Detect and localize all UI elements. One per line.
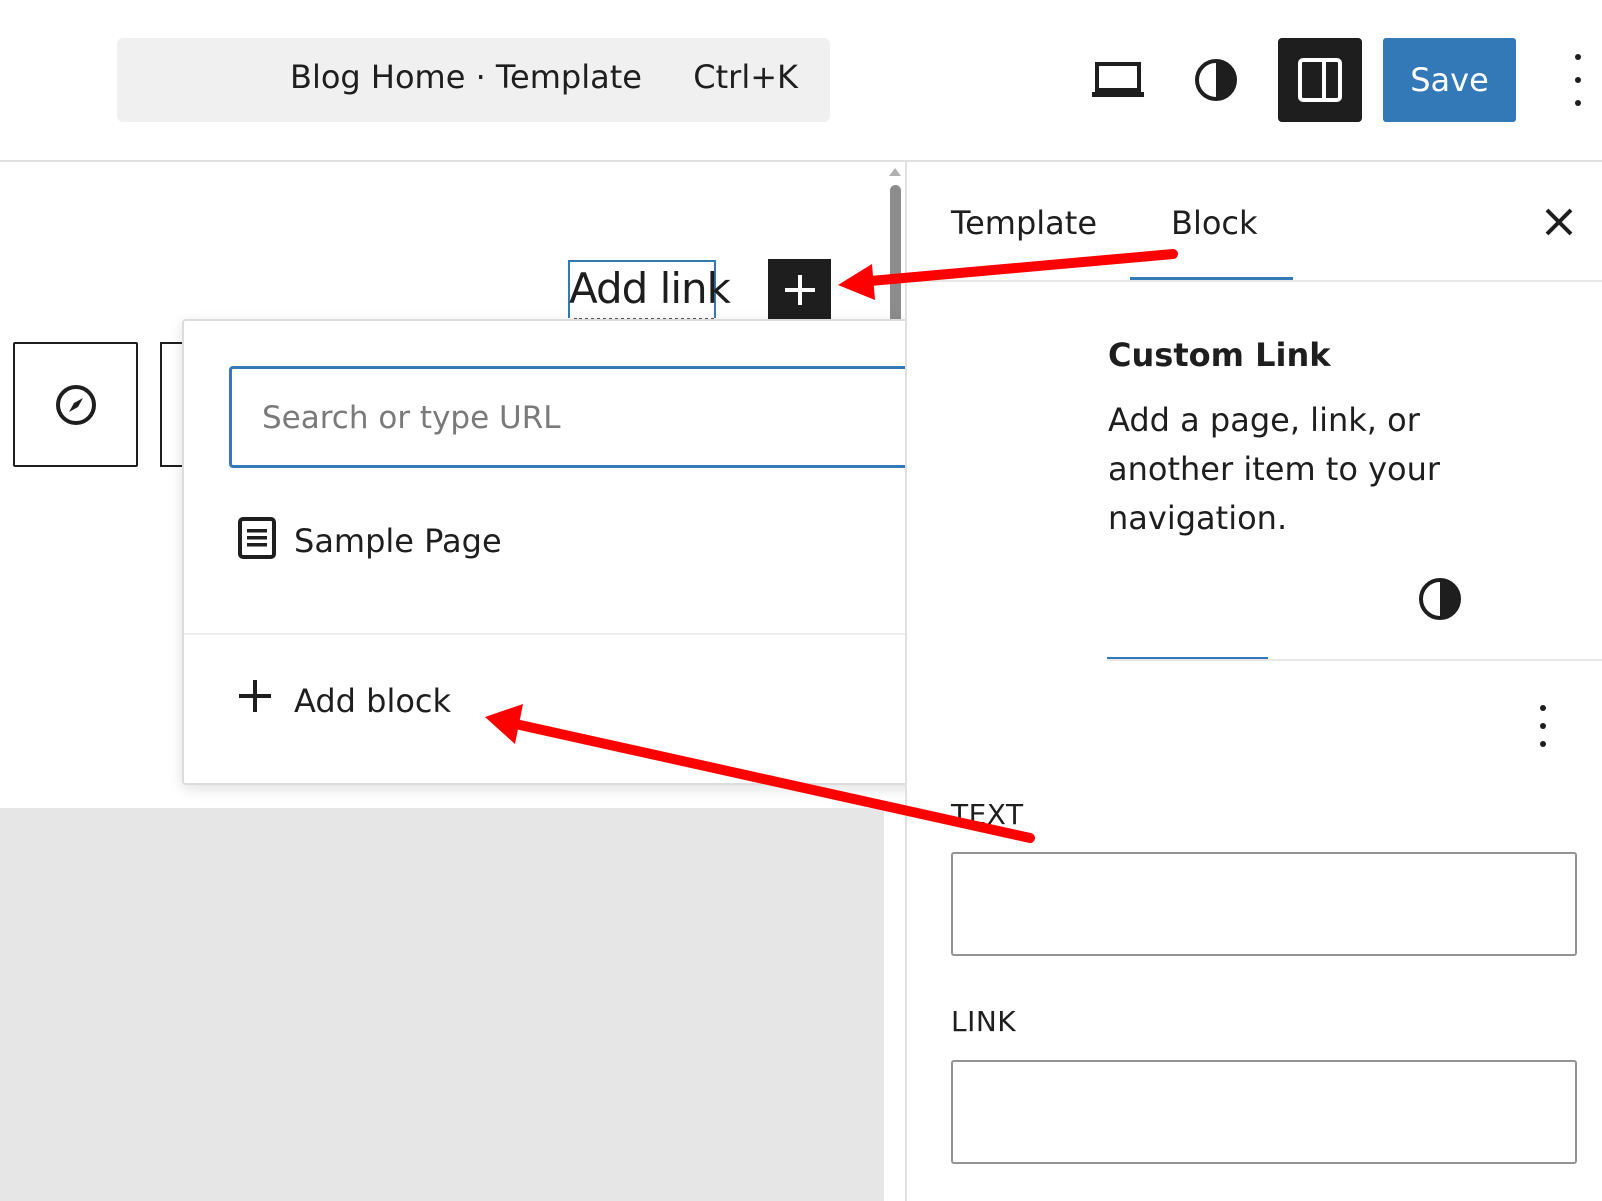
result-title: Sample Page: [294, 522, 502, 560]
command-palette-button[interactable]: Blog Home · Template Ctrl+K: [117, 38, 830, 122]
settings-sidebar: Template Block Custom Link Add a page, l…: [905, 162, 1602, 1201]
compass-icon: [55, 384, 96, 425]
editor-header: Blog Home · Template Ctrl+K Save: [0, 0, 1602, 162]
canvas-background: [0, 808, 884, 1201]
plus-icon: [239, 680, 271, 712]
panel-options-button[interactable]: [1539, 705, 1547, 747]
subtabs-divider: [1107, 659, 1602, 661]
more-options-dot: [1575, 77, 1581, 83]
tabs-divider: [907, 280, 1602, 282]
plus-icon: [784, 275, 815, 305]
more-options-button[interactable]: [1560, 54, 1596, 106]
block-card-description: Add a page, link, or another item to you…: [1108, 401, 1441, 537]
url-search-input[interactable]: [260, 393, 944, 443]
add-link-plus-button[interactable]: [768, 259, 831, 321]
vertical-dot: [1540, 741, 1546, 747]
tab-block[interactable]: Block: [1171, 204, 1258, 242]
link-field-label: LINK: [951, 1005, 1017, 1038]
more-options-dot: [1575, 100, 1581, 106]
link-field[interactable]: [951, 1060, 1577, 1164]
canvas-scrollbar-thumb[interactable]: [890, 185, 901, 325]
vertical-dots-icon: [1540, 705, 1546, 711]
styles-icon: [1195, 59, 1237, 101]
device-preview-button[interactable]: [1076, 38, 1160, 122]
styles-tab-icon[interactable]: [1417, 576, 1463, 622]
document-title: Blog Home · Template: [290, 58, 642, 96]
link-input[interactable]: [967, 1090, 1561, 1136]
scroll-up-arrow[interactable]: [889, 168, 901, 176]
close-icon[interactable]: [1539, 202, 1579, 242]
keyboard-shortcut: Ctrl+K: [693, 58, 798, 96]
save-button[interactable]: Save: [1383, 38, 1516, 122]
vertical-dot: [1540, 723, 1546, 729]
styles-button[interactable]: [1174, 38, 1258, 122]
text-field-label: TEXT: [951, 798, 1024, 831]
block-card-title: Custom Link: [1108, 336, 1331, 374]
add-block-button[interactable]: Add block: [229, 666, 629, 736]
tab-template[interactable]: Template: [951, 204, 1097, 242]
text-field[interactable]: [951, 852, 1577, 956]
more-options-icon: [1575, 54, 1581, 60]
desktop-preview-icon: [1092, 62, 1144, 97]
settings-sidebar-icon: [1298, 58, 1342, 102]
text-input[interactable]: [967, 882, 1561, 928]
settings-toggle-button[interactable]: [1278, 38, 1362, 122]
page-icon: [238, 517, 276, 559]
navigation-block-item[interactable]: [13, 342, 138, 467]
link-text[interactable]: Add link: [569, 264, 731, 313]
add-block-label: Add block: [294, 682, 452, 720]
